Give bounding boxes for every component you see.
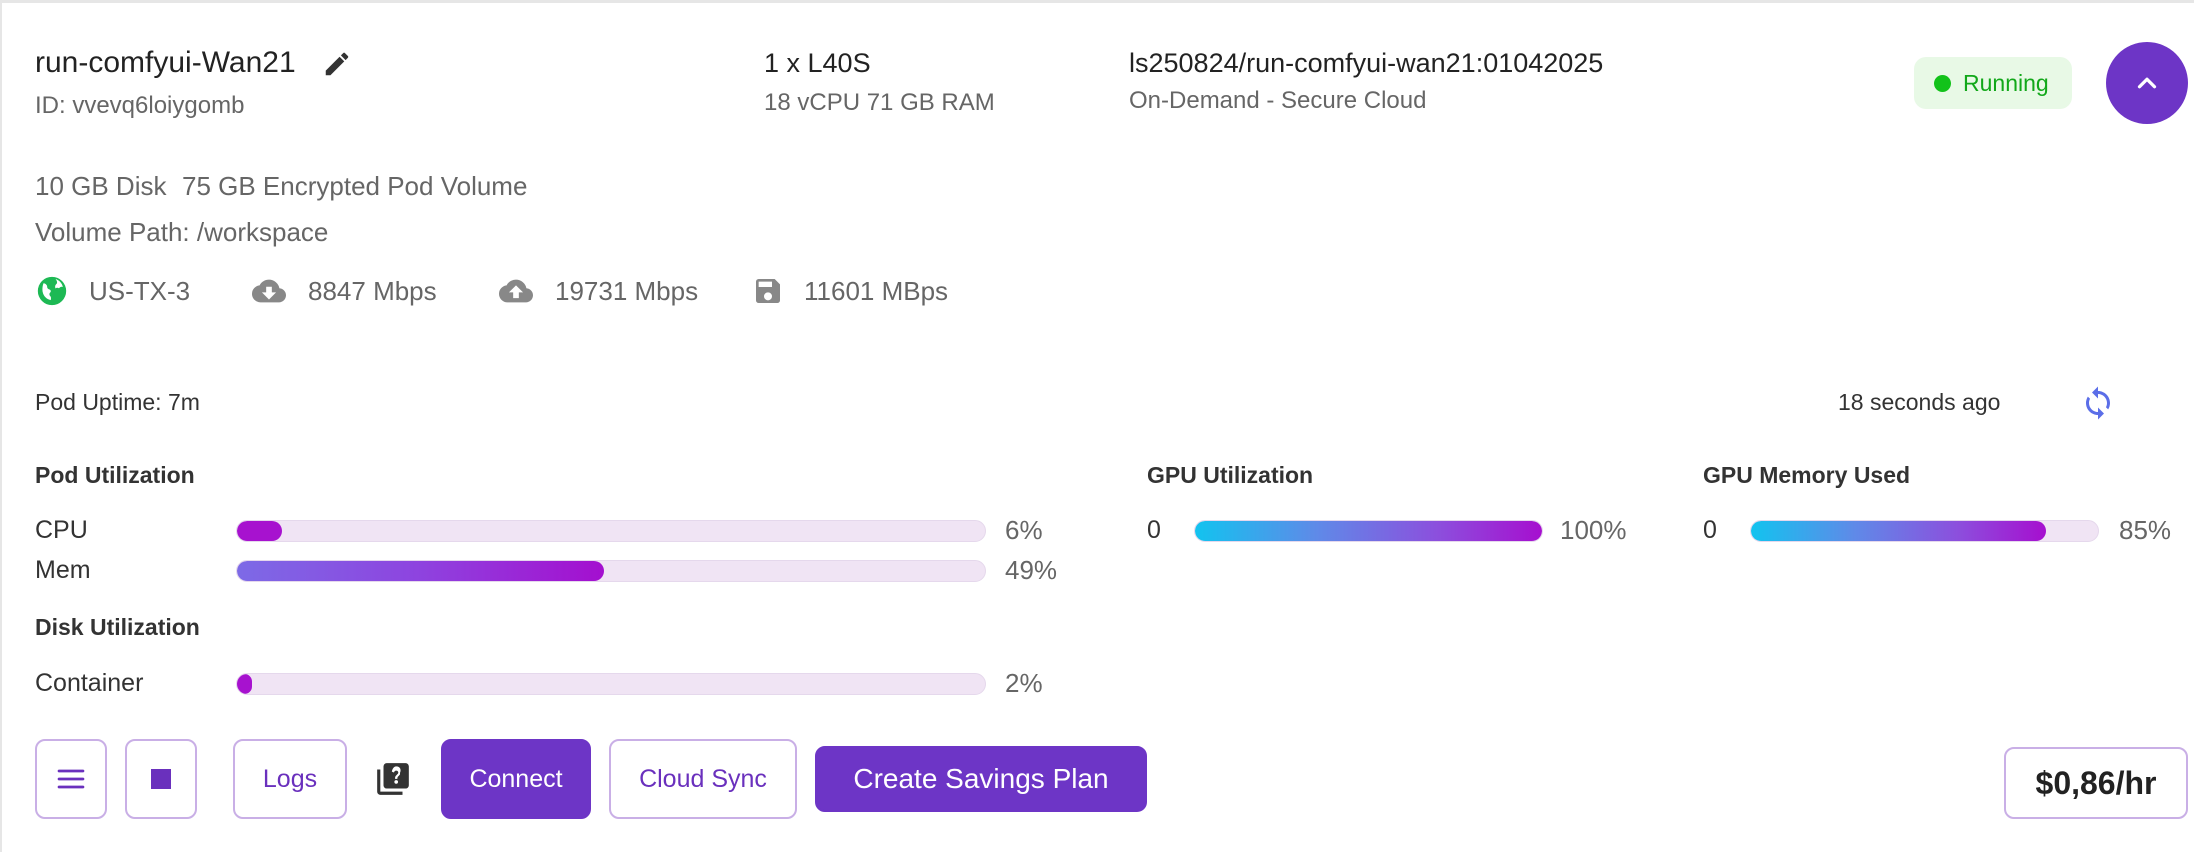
cloud-upload-icon <box>499 279 533 303</box>
cpu-bar <box>236 520 986 542</box>
menu-button[interactable] <box>35 739 107 819</box>
pod-name: run-comfyui-Wan21 <box>35 46 296 79</box>
last-updated: 18 seconds ago <box>1838 389 2001 415</box>
region-label: US-TX-3 <box>89 275 191 306</box>
upload-label: 19731 Mbps <box>555 275 699 306</box>
container-bar <box>236 673 986 695</box>
menu-icon <box>57 769 85 789</box>
status-dot-icon <box>1934 74 1951 92</box>
cloud-download-icon <box>252 279 286 303</box>
gpu-utilization-bar <box>1194 520 1543 542</box>
create-savings-plan-button[interactable]: Create Savings Plan <box>815 746 1147 812</box>
container-label: Container <box>35 669 144 697</box>
chevron-up-icon <box>2137 77 2157 89</box>
refresh-button[interactable] <box>2080 385 2116 421</box>
gpu-memory-index: 0 <box>1703 516 1717 544</box>
status-badge: Running <box>1914 57 2072 109</box>
mem-bar-fill <box>237 561 604 581</box>
help-library-icon[interactable] <box>374 760 412 798</box>
container-percent: 2% <box>1005 668 1043 698</box>
disk-utilization-title: Disk Utilization <box>35 614 200 640</box>
disk-speed-label: 11601 MBps <box>804 275 949 306</box>
container-bar-fill <box>237 674 252 694</box>
mem-bar <box>236 560 986 582</box>
logs-button[interactable]: Logs <box>233 739 347 819</box>
refresh-icon <box>2086 386 2110 420</box>
status-label: Running <box>1963 69 2049 96</box>
globe-icon <box>37 276 67 306</box>
pod-uptime: Pod Uptime: 7m <box>35 389 200 415</box>
volume-size: 75 GB Encrypted Pod Volume <box>182 171 528 201</box>
gpu-type: 1 x L40S <box>764 48 871 78</box>
pod-specs: 18 vCPU 71 GB RAM <box>764 89 995 116</box>
connect-button[interactable]: Connect <box>441 739 591 819</box>
gpu-utilization-title: GPU Utilization <box>1147 462 1314 488</box>
region-info: US-TX-3 <box>35 271 190 311</box>
mem-percent: 49% <box>1005 555 1058 585</box>
hourly-price: $0,86/hr <box>2004 747 2188 819</box>
stop-button[interactable] <box>125 739 197 819</box>
mem-label: Mem <box>35 556 91 584</box>
pencil-icon[interactable] <box>322 49 352 79</box>
volume-path: Volume Path: /workspace <box>35 217 329 247</box>
cpu-bar-fill <box>237 521 282 541</box>
stop-icon <box>151 769 171 789</box>
cloud-sync-button[interactable]: Cloud Sync <box>609 739 797 819</box>
download-label: 8847 Mbps <box>308 275 437 306</box>
pod-utilization-title: Pod Utilization <box>35 462 195 488</box>
cloud-type: On-Demand - Secure Cloud <box>1129 87 1427 114</box>
download-speed: 8847 Mbps <box>250 271 437 311</box>
disk-speed: 11601 MBps <box>752 271 948 311</box>
cpu-label: CPU <box>35 516 88 544</box>
gpu-memory-title: GPU Memory Used <box>1703 462 1911 488</box>
gpu-index: 0 <box>1147 516 1161 544</box>
pod-card: run-comfyui-Wan21 ID: vvevq6loiygomb 1 x… <box>0 0 2194 852</box>
gpu-memory-percent: 85% <box>2119 515 2172 545</box>
collapse-button[interactable] <box>2106 42 2188 124</box>
gpu-utilization-bar-fill <box>1195 521 1542 541</box>
disk-size: 10 GB Disk <box>35 171 167 201</box>
container-image: ls250824/run-comfyui-wan21:01042025 <box>1129 48 1604 78</box>
gpu-memory-bar <box>1750 520 2099 542</box>
cpu-percent: 6% <box>1005 515 1043 545</box>
gpu-memory-bar-fill <box>1751 521 2046 541</box>
floppy-disk-icon <box>756 279 780 303</box>
upload-speed: 19731 Mbps <box>497 271 698 311</box>
pod-id: ID: vvevq6loiygomb <box>35 92 245 119</box>
gpu-utilization-percent: 100% <box>1560 515 1627 545</box>
